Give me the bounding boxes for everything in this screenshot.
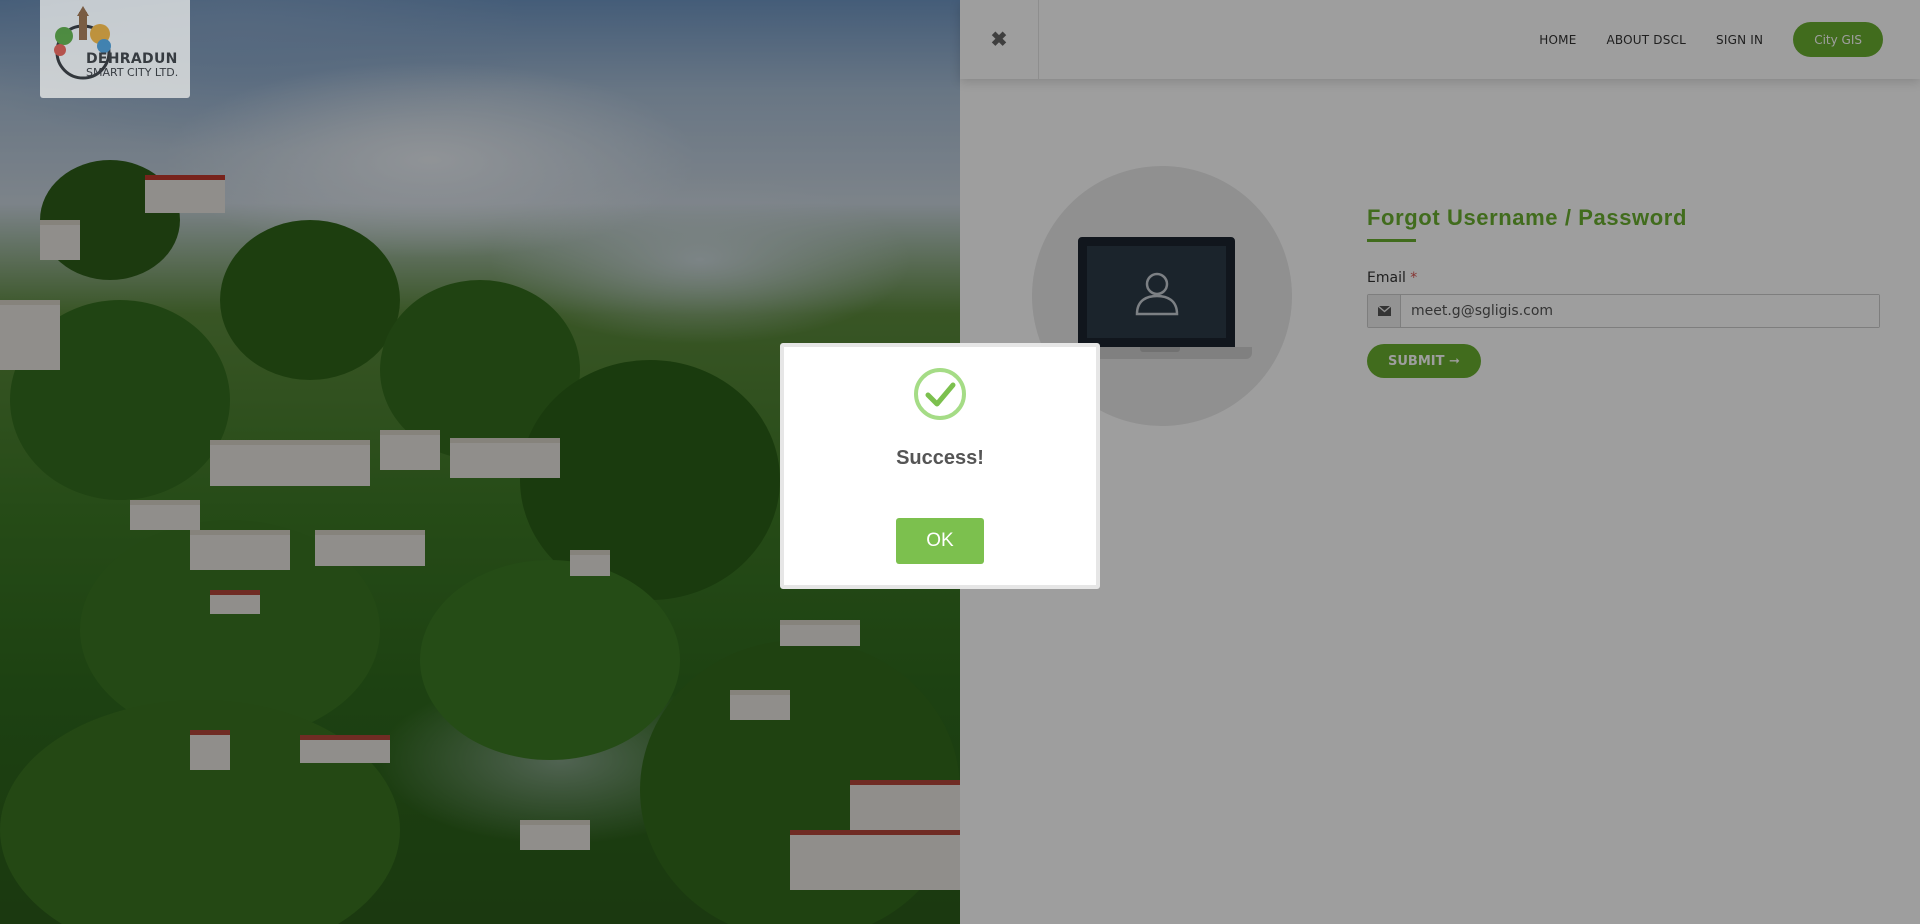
success-message: Success!	[896, 447, 984, 469]
dscl-logo[interactable]: DEHRADUN SMART CITY LTD.	[40, 0, 190, 98]
logo-subtitle: SMART CITY LTD.	[86, 66, 179, 79]
success-dialog: Success! OK	[780, 343, 1100, 589]
ok-button[interactable]: OK	[896, 518, 984, 564]
right-overlay	[960, 0, 1920, 924]
check-circle-icon	[914, 368, 966, 420]
logo-title: DEHRADUN	[86, 51, 178, 67]
